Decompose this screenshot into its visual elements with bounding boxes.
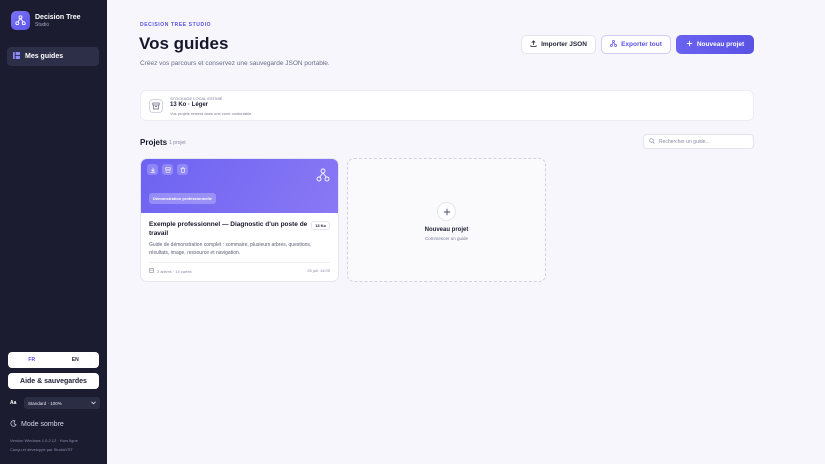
page-subtitle: Créez vos parcours et conservez une sauv… (140, 60, 330, 67)
project-footer: 3 arbres · 14 cartes 25 juil. 14:05 (149, 262, 330, 274)
upload-icon (530, 40, 537, 49)
archive-icon (149, 99, 163, 113)
brand: Decision Tree Studio (11, 11, 81, 30)
main-content: DECISION TREE STUDIO Vos guides Créez vo… (107, 0, 825, 464)
lang-fr-button[interactable]: FR (10, 354, 54, 366)
credit-text: Conçu et développé par StudioVST (10, 447, 73, 452)
export-all-label: Exporter tout (621, 41, 662, 48)
storage-note: Vos projets restent dans une zone confor… (170, 111, 253, 116)
zoom-row: Aa Standard · 100% (10, 397, 100, 409)
project-size-badge: 13 Ko (311, 221, 330, 230)
dark-mode-label: Mode sombre (21, 421, 64, 428)
archive-icon[interactable] (162, 164, 173, 175)
version-text: Version Windows 1.0.2.12 · Hors ligne (10, 438, 78, 443)
import-json-button[interactable]: Importer JSON (521, 35, 596, 54)
sidebar-item-mes-guides[interactable]: Mes guides (7, 47, 99, 66)
project-meta-text: 3 arbres · 14 cartes (157, 268, 192, 274)
project-badge: Démonstration professionnelle (149, 193, 216, 204)
tree-logo-icon (11, 11, 30, 30)
zoom-value: Standard · 100% (28, 400, 62, 406)
storage-value: 13 Ko · Léger (170, 102, 209, 108)
zoom-select[interactable]: Standard · 100% (24, 397, 100, 409)
new-project-button[interactable]: Nouveau projet (676, 35, 754, 54)
moon-icon (10, 420, 17, 429)
project-card-banner: Démonstration professionnelle (141, 159, 338, 213)
project-title: Exemple professionnel — Diagnostic d'un … (149, 221, 308, 237)
page-eyebrow: DECISION TREE STUDIO (140, 22, 212, 28)
trash-icon[interactable] (177, 164, 188, 175)
app-title: Decision Tree (35, 13, 81, 21)
new-project-card[interactable]: Nouveau projet Commencer un guide (347, 158, 546, 282)
text-size-icon: Aa (10, 400, 17, 406)
search-placeholder: Rechercher un guide... (659, 138, 710, 145)
new-project-card-title: Nouveau projet (424, 227, 469, 233)
grid-icon (13, 52, 20, 61)
page-title: Vos guides (139, 34, 229, 53)
dark-mode-toggle[interactable]: Mode sombre (10, 420, 64, 429)
export-all-button[interactable]: Exporter tout (601, 35, 671, 54)
storage-label: STOCKAGE LOCAL ESTIMÉ (170, 96, 223, 101)
import-json-label: Importer JSON (541, 41, 587, 48)
storage-panel: STOCKAGE LOCAL ESTIMÉ 13 Ko · Léger Vos … (140, 90, 754, 121)
sidebar-item-label: Mes guides (25, 53, 64, 60)
project-date: 25 juil. 14:05 (307, 268, 330, 273)
projects-heading: Projets (140, 138, 168, 147)
lang-en-button[interactable]: EN (54, 354, 98, 366)
search-icon (649, 137, 655, 146)
new-project-label: Nouveau projet (696, 41, 745, 48)
help-backups-button[interactable]: Aide & sauvegardes (8, 373, 99, 389)
language-switch: FR EN (8, 352, 99, 368)
download-icon[interactable] (147, 164, 158, 175)
project-meta: 3 arbres · 14 cartes (149, 268, 192, 274)
cards-icon (149, 268, 154, 274)
new-project-card-subtitle: Commencer un guide (424, 236, 469, 241)
app-subtitle: Studio (35, 21, 50, 28)
project-card[interactable]: Démonstration professionnelle Exemple pr… (140, 158, 339, 282)
plus-icon (686, 40, 693, 49)
sidebar: Decision Tree Studio Mes guides FR EN Ai… (0, 0, 107, 464)
project-description: Guide de démonstration complet : sommair… (149, 242, 312, 256)
plus-icon (437, 202, 456, 221)
projects-count: 1 projet (169, 140, 186, 146)
tree-icon (610, 39, 618, 49)
tree-icon (316, 168, 330, 187)
chevron-down-icon (91, 400, 96, 406)
search-input[interactable]: Rechercher un guide... (643, 134, 754, 149)
project-card-actions (147, 164, 188, 175)
